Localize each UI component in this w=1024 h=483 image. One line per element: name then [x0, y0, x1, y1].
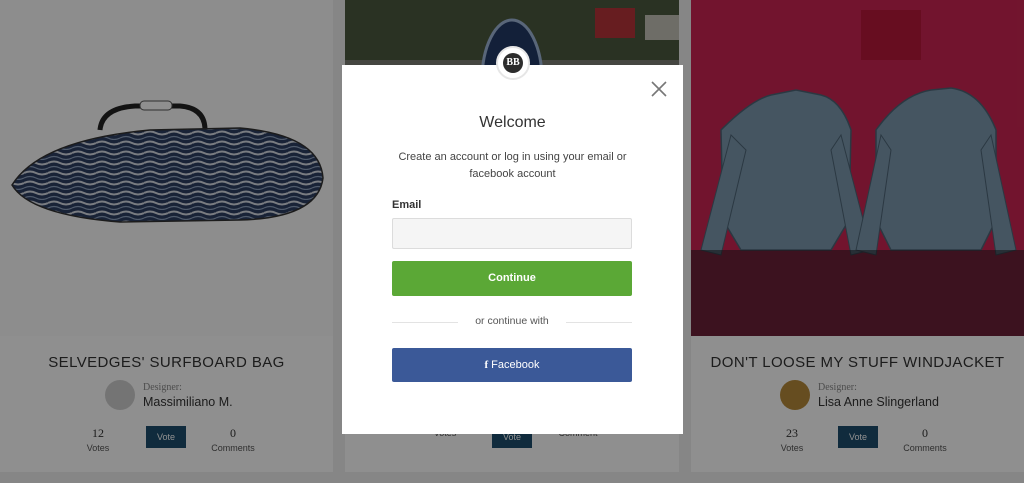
close-button[interactable]: [649, 79, 669, 99]
modal-title: Welcome: [479, 114, 546, 131]
facebook-icon: f: [484, 359, 489, 371]
or-divider: or continue with: [392, 315, 632, 329]
facebook-button-label: Facebook: [491, 359, 540, 371]
email-field[interactable]: [392, 218, 632, 249]
welcome-modal: Welcome Create an account or log in usin…: [342, 65, 683, 434]
facebook-button[interactable]: f Facebook: [392, 348, 632, 382]
brand-logo: BB: [496, 46, 530, 80]
continue-button[interactable]: Continue: [392, 261, 632, 296]
email-label: Email: [392, 199, 422, 211]
divider-text: or continue with: [475, 315, 549, 327]
logo-mark: BB: [503, 53, 523, 73]
modal-description: Create an account or log in using your e…: [398, 151, 627, 180]
close-icon: [651, 81, 667, 97]
